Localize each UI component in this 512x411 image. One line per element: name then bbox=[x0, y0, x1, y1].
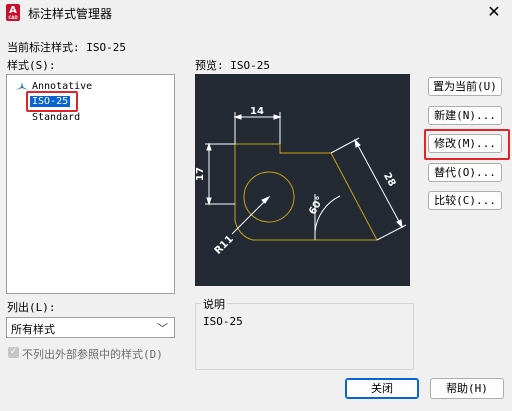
new-button[interactable]: 新建(N)... bbox=[428, 106, 502, 125]
iso25-highlight-frame bbox=[26, 91, 78, 112]
part-outline bbox=[234, 143, 378, 241]
dim-left-lines bbox=[205, 142, 235, 206]
dim-text-radius: R11 bbox=[213, 234, 236, 257]
current-style-label: 当前标注样式: ISO-25 bbox=[7, 41, 126, 54]
set-current-button[interactable]: 置为当前(U) bbox=[428, 77, 502, 96]
help-button[interactable]: 帮助(H) bbox=[430, 378, 504, 399]
list-filter-value: 所有样式 bbox=[11, 323, 55, 336]
xref-exclude-label: 不列出外部参照中的样式(D) bbox=[22, 348, 163, 361]
xref-exclude-checkbox[interactable]: ✓ bbox=[8, 347, 19, 358]
preview-label: 预览: ISO-25 bbox=[195, 59, 270, 72]
dim-radius-lines bbox=[231, 195, 271, 235]
modify-highlight-frame bbox=[424, 129, 510, 160]
styles-label: 样式(S): bbox=[7, 59, 56, 72]
override-button[interactable]: 替代(O)... bbox=[428, 163, 502, 182]
dim-text-angle: 60° bbox=[307, 195, 326, 217]
chevron-down-icon: ﹀ bbox=[157, 322, 168, 335]
list-filter-dropdown[interactable]: 所有样式 ﹀ bbox=[6, 317, 175, 338]
window-title: 标注样式管理器 bbox=[28, 7, 113, 21]
compare-button[interactable]: 比较(C)... bbox=[428, 191, 502, 210]
dim-text-slant: 28 bbox=[381, 171, 397, 189]
list-filter-label: 列出(L): bbox=[7, 301, 56, 314]
dim-text-top: 14 bbox=[250, 106, 264, 117]
description-box bbox=[195, 303, 414, 370]
preview-drawing: 14 17 28 60° R11 bbox=[195, 106, 407, 257]
style-item-standard[interactable]: Standard bbox=[32, 112, 80, 123]
description-legend: 说明 bbox=[201, 296, 227, 312]
close-window-icon[interactable]: ✕ bbox=[482, 2, 506, 22]
close-button[interactable]: 关闭 bbox=[345, 378, 419, 399]
dim-text-left: 17 bbox=[195, 167, 206, 181]
app-icon-sublabel: CAD bbox=[8, 15, 18, 20]
description-text: ISO-25 bbox=[203, 315, 243, 328]
autocad-app-icon: A CAD bbox=[6, 4, 20, 21]
preview-panel: 14 17 28 60° R11 bbox=[195, 74, 410, 286]
